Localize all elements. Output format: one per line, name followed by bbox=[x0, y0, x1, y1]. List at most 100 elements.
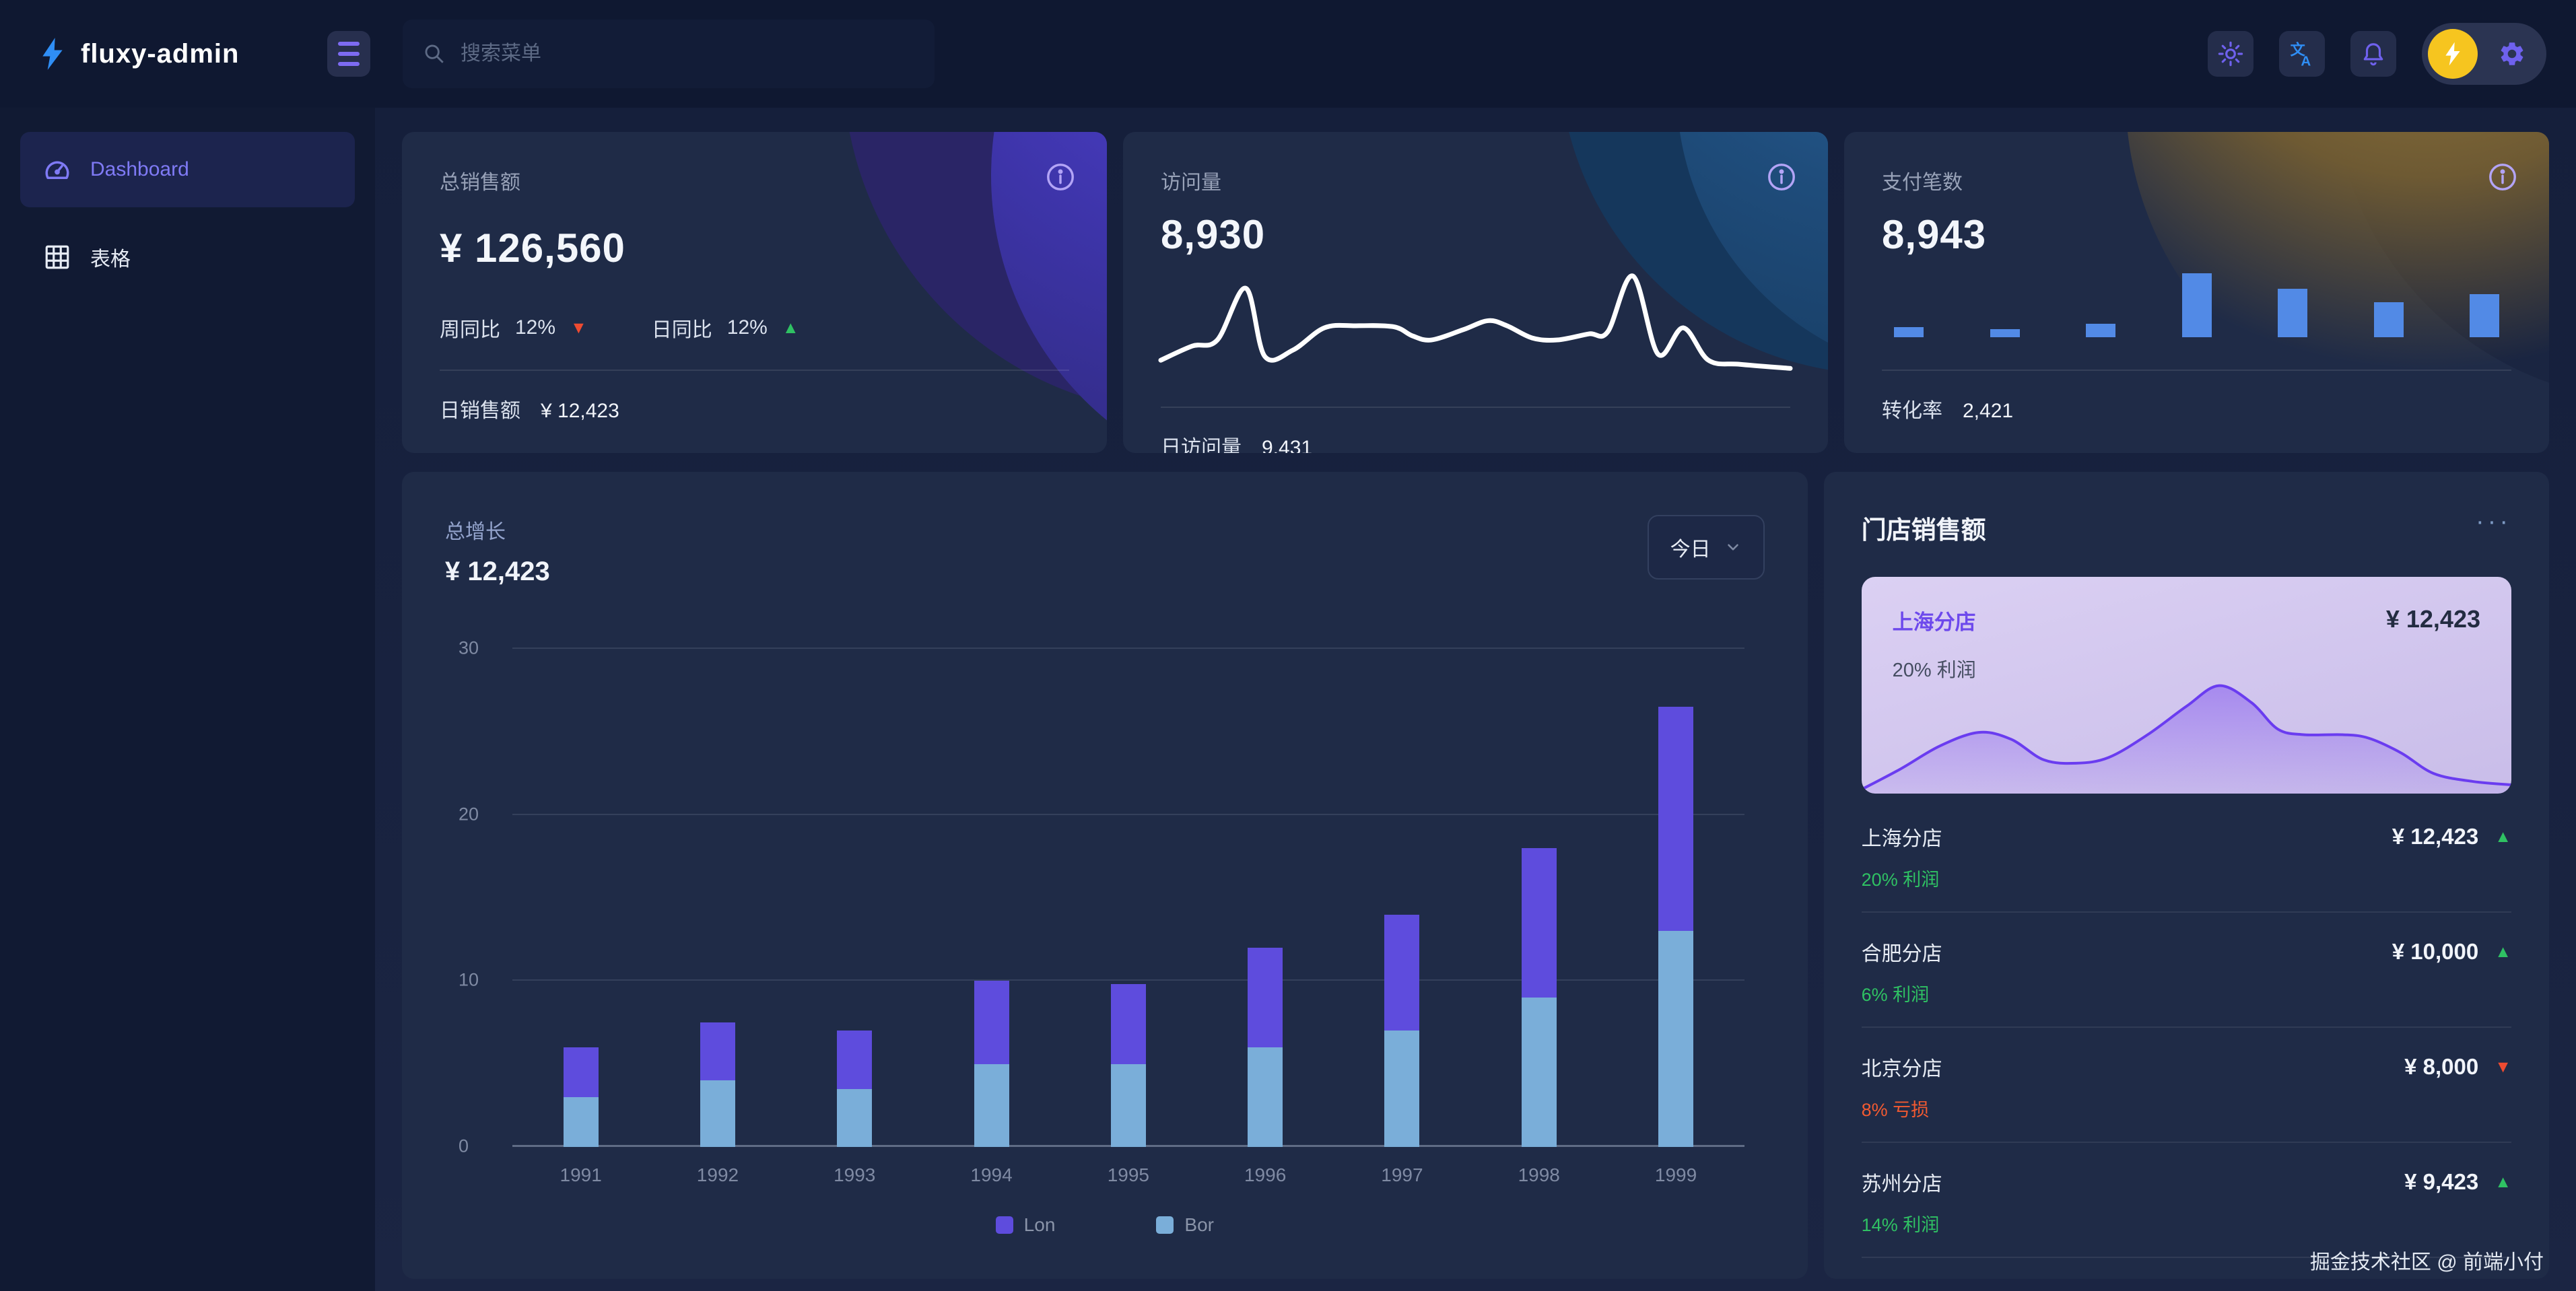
x-axis-labels: 199119921993199419951996199719981999 bbox=[512, 1164, 1744, 1186]
store-list-item[interactable]: 苏州分店 ¥ 9,423 ▲ 14% 利润 bbox=[1862, 1143, 2511, 1258]
sidebar-item-table[interactable]: 表格 bbox=[20, 219, 355, 295]
mini-bar-7 bbox=[2470, 294, 2499, 337]
date-range-dropdown[interactable]: 今日 bbox=[1648, 515, 1765, 580]
bar-segment-bor-1993 bbox=[837, 1089, 872, 1147]
settings-gear-icon[interactable] bbox=[2498, 40, 2526, 68]
stats-row: 总销售额 ¥ 126,560 周同比 12% ▼ 日同比 bbox=[402, 132, 2549, 453]
menu-toggle-button[interactable] bbox=[327, 31, 370, 77]
footer-credit: 掘金技术社区 @ 前端小付 bbox=[2310, 1245, 2544, 1275]
card-title: 访问量 bbox=[1161, 172, 1221, 194]
store-list: 上海分店 ¥ 12,423 ▲ 20% 利润 合肥分店 ¥ 10,000 ▲ 6… bbox=[1862, 798, 2511, 1279]
day-ratio-value: 12% bbox=[727, 316, 768, 339]
bar-segment-bor-1996 bbox=[1248, 1047, 1283, 1147]
growth-title: 总增长 bbox=[445, 515, 550, 545]
notifications-button[interactable] bbox=[2350, 31, 2396, 77]
info-icon[interactable] bbox=[1766, 162, 1797, 193]
featured-store-value: ¥ 12,423 bbox=[2386, 605, 2480, 635]
store-profit-note: 14% 利润 bbox=[1862, 1210, 2511, 1236]
bar-segment-lon-1993 bbox=[837, 1031, 872, 1088]
store-profit-note: 6% 利润 bbox=[1862, 980, 2511, 1006]
legend-label: Lon bbox=[1024, 1214, 1056, 1236]
bar-segment-bor-1998 bbox=[1522, 998, 1557, 1147]
date-range-label: 今日 bbox=[1670, 532, 1711, 562]
store-profit-note: 20% 利润 bbox=[1862, 865, 2511, 891]
info-icon[interactable] bbox=[2487, 162, 2518, 193]
bar-column-1995 bbox=[1060, 649, 1196, 1147]
bar-segment-bor-1995 bbox=[1111, 1064, 1146, 1147]
sidebar-item-label: Dashboard bbox=[90, 158, 189, 181]
daily-visits-value: 9,431 bbox=[1262, 437, 1312, 453]
bar-segment-lon-1992 bbox=[700, 1022, 735, 1080]
bar-column-1996 bbox=[1196, 649, 1333, 1147]
divider bbox=[440, 370, 1069, 371]
growth-plot: 0102030 bbox=[512, 649, 1744, 1147]
more-options-icon[interactable]: ··· bbox=[2476, 517, 2511, 538]
conversion-label: 转化率 bbox=[1882, 394, 1942, 423]
store-card-title: 门店销售额 bbox=[1862, 510, 1986, 546]
dashboard-gauge-icon bbox=[43, 155, 71, 184]
y-axis-label: 20 bbox=[459, 804, 479, 825]
featured-store-card[interactable]: 上海分店 ¥ 12,423 20% 利润 bbox=[1862, 577, 2511, 794]
card-title: 支付笔数 bbox=[1882, 172, 1963, 194]
week-ratio-value: 12% bbox=[515, 316, 555, 339]
payments-value: 8,943 bbox=[1882, 211, 2511, 258]
mini-bar-5 bbox=[2278, 289, 2307, 337]
store-name: 苏州分店 bbox=[1862, 1167, 1942, 1197]
store-list-item[interactable]: 北京分店 ¥ 8,000 ▼ 8% 亏损 bbox=[1862, 1028, 2511, 1143]
avatar-bolt-icon bbox=[2442, 40, 2464, 67]
card-title: 总销售额 bbox=[440, 172, 520, 194]
trend-up-icon: ▲ bbox=[2495, 944, 2511, 961]
divider bbox=[1161, 407, 1790, 408]
store-name: 合肥分店 bbox=[1862, 937, 1942, 967]
svg-text:A: A bbox=[2301, 53, 2311, 67]
visits-line-path bbox=[1161, 276, 1790, 368]
bar-segment-lon-1997 bbox=[1384, 915, 1419, 1031]
mini-bar-4 bbox=[2182, 273, 2212, 337]
daily-sales-label: 日销售额 bbox=[440, 394, 520, 423]
store-value: ¥ 8,000 bbox=[2404, 1054, 2478, 1080]
brand-logo-icon bbox=[38, 36, 67, 71]
store-list-item[interactable]: 合肥分店 ¥ 10,000 ▲ 6% 利润 bbox=[1862, 913, 2511, 1028]
x-axis-label: 1996 bbox=[1196, 1164, 1333, 1186]
x-axis-label: 1992 bbox=[649, 1164, 786, 1186]
translate-icon: 文A bbox=[2289, 41, 2315, 67]
total-sales-value: ¥ 126,560 bbox=[440, 225, 1069, 271]
bar-segment-bor-1994 bbox=[974, 1064, 1009, 1147]
store-list-item[interactable]: 上海分店 ¥ 12,423 ▲ 20% 利润 bbox=[1862, 798, 2511, 913]
bar-segment-lon-1995 bbox=[1111, 984, 1146, 1063]
avatar[interactable] bbox=[2428, 29, 2478, 79]
visits-value: 8,930 bbox=[1161, 211, 1790, 258]
mini-bar-3 bbox=[2086, 324, 2115, 337]
legend-swatch bbox=[1156, 1216, 1174, 1234]
divider bbox=[1882, 370, 2511, 371]
featured-store-profit: 20% 利润 bbox=[1893, 654, 2480, 683]
y-axis-label: 30 bbox=[459, 638, 479, 659]
bar-column-1999 bbox=[1607, 649, 1744, 1147]
brand: fluxy-admin bbox=[38, 36, 327, 71]
x-axis-label: 1991 bbox=[512, 1164, 649, 1186]
theme-toggle-button[interactable] bbox=[2208, 31, 2253, 77]
visits-card: 访问量 8,930 日访问量 9,431 bbox=[1123, 132, 1828, 453]
chevron-down-icon bbox=[1724, 538, 1742, 556]
bar-segment-bor-1991 bbox=[564, 1097, 599, 1147]
bar-segment-bor-1999 bbox=[1658, 931, 1693, 1147]
store-sales-card: 门店销售额 ··· 上海分店 ¥ 12,423 20% 利润 bbox=[1824, 472, 2549, 1279]
featured-store-name: 上海分店 bbox=[1893, 605, 1976, 635]
sidebar-item-dashboard[interactable]: Dashboard bbox=[20, 132, 355, 207]
topbar: fluxy-admin 文A bbox=[0, 0, 2576, 108]
conversion-value: 2,421 bbox=[1963, 400, 2013, 423]
bar-segment-bor-1997 bbox=[1384, 1031, 1419, 1147]
mini-bar-6 bbox=[2374, 302, 2404, 337]
bar-segment-lon-1994 bbox=[974, 981, 1009, 1063]
visits-sparkline bbox=[1161, 269, 1790, 380]
legend-item-bor[interactable]: Bor bbox=[1156, 1214, 1214, 1236]
user-pill[interactable] bbox=[2422, 23, 2546, 85]
y-axis-label: 0 bbox=[459, 1136, 469, 1156]
language-button[interactable]: 文A bbox=[2279, 31, 2325, 77]
sales-metrics: 周同比 12% ▼ 日同比 12% ▲ bbox=[440, 313, 1069, 343]
brand-name: fluxy-admin bbox=[81, 39, 239, 69]
y-axis-label: 10 bbox=[459, 970, 479, 991]
search-input[interactable] bbox=[461, 42, 914, 65]
info-icon[interactable] bbox=[1045, 162, 1076, 193]
legend-item-lon[interactable]: Lon bbox=[996, 1214, 1056, 1236]
